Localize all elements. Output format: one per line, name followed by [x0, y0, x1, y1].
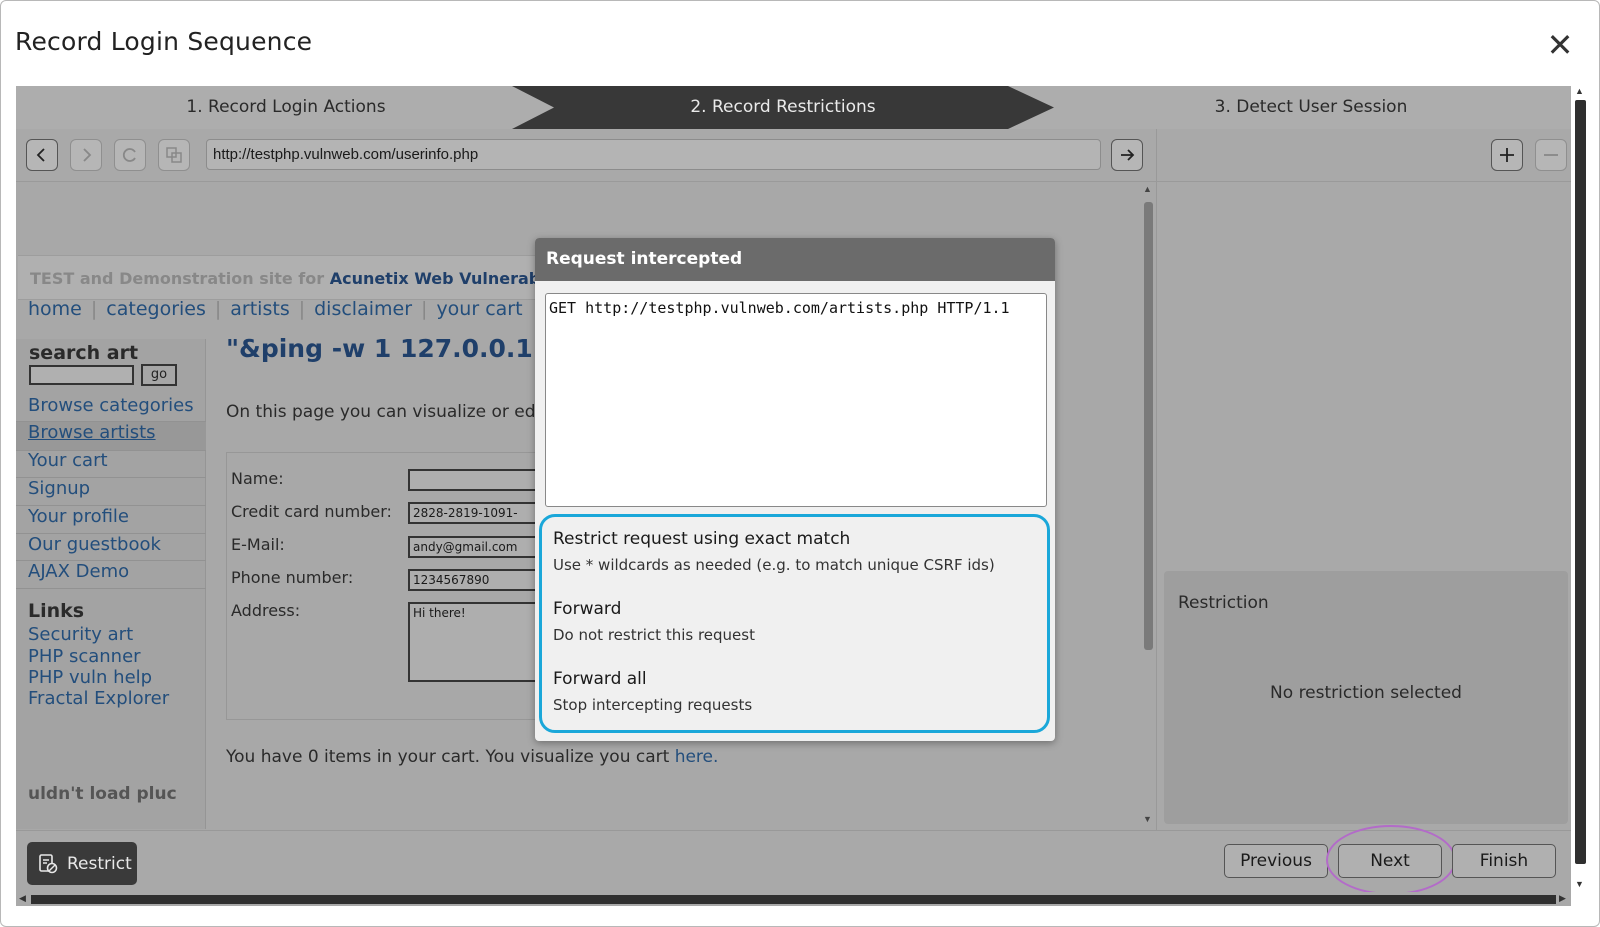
link-php-vuln-help[interactable]: PHP vuln help [28, 667, 152, 688]
option-restrict-exact-match[interactable]: Restrict request using exact match Use *… [553, 529, 995, 574]
side-link-browse-artists[interactable]: Browse artists [16, 422, 206, 450]
reload-icon[interactable] [114, 139, 146, 171]
side-link-our-guestbook[interactable]: Our guestbook [28, 534, 161, 555]
scroll-down-icon[interactable]: ▼ [1143, 814, 1152, 824]
option-subtitle: Do not restrict this request [553, 626, 755, 644]
option-title: Forward [553, 599, 622, 619]
form-label-email: E-Mail: [231, 535, 285, 554]
plugin-notice: uldn't load pluc [28, 784, 177, 804]
previous-button[interactable]: Previous [1224, 844, 1328, 878]
scroll-right-icon[interactable]: ▶ [1559, 893, 1566, 904]
webview-scrollbar[interactable]: ▲ ▼ [1141, 182, 1156, 830]
horizontal-scrollbar[interactable]: ◀ ▶ [16, 892, 1571, 906]
wizard-steps: 1. Record Login Actions 2. Record Restri… [16, 86, 1571, 129]
nav-your-cart[interactable]: your cart [436, 298, 522, 320]
option-forward-all[interactable]: Forward all Stop intercepting requests [553, 669, 752, 714]
option-title: Forward all [553, 669, 647, 689]
search-input[interactable] [29, 365, 134, 385]
request-intercepted-modal: Request intercepted GET http://testphp.v… [535, 238, 1055, 741]
option-forward[interactable]: Forward Do not restrict this request [553, 599, 755, 644]
form-label-credit-card: Credit card number: [231, 502, 392, 521]
step-record-login-actions[interactable]: 1. Record Login Actions [16, 86, 556, 129]
phone-field[interactable]: 1234567890 [408, 569, 538, 591]
search-label: search art [29, 342, 139, 364]
restrict-icon [39, 853, 58, 873]
site-nav: home | categories | artists | disclaimer | your … [28, 298, 523, 320]
side-link-browse-categories[interactable]: Browse categories [28, 395, 194, 416]
step-record-restrictions[interactable]: 2. Record Restrictions [512, 86, 1054, 129]
finish-button[interactable]: Finish [1452, 844, 1556, 878]
restriction-details: Restriction No restriction selected [1164, 571, 1568, 824]
dialog-scrollbar[interactable]: ▲ ▼ [1571, 86, 1588, 892]
no-restriction-text: No restriction selected [1270, 683, 1462, 703]
dialog-scroll-up-icon[interactable]: ▲ [1575, 86, 1584, 96]
scroll-up-icon[interactable]: ▲ [1143, 184, 1152, 194]
email-field[interactable]: andy@gmail.com [408, 536, 538, 558]
links-heading: Links [28, 600, 85, 622]
dialog-scroll-thumb[interactable] [1575, 100, 1586, 864]
form-label-address: Address: [231, 601, 301, 620]
cart-link[interactable]: here. [675, 747, 719, 767]
site-brand[interactable]: Acunetix Web Vulnerabi [330, 269, 546, 288]
intercept-options: Restrict request using exact match Use *… [539, 514, 1050, 733]
close-icon[interactable]: ✕ [1545, 27, 1575, 63]
step-detect-user-session[interactable]: 3. Detect User Session [1051, 86, 1571, 129]
nav-categories[interactable]: categories [106, 298, 206, 320]
browser-toolbar: http://testphp.vulnweb.com/userinfo.php [16, 129, 1156, 182]
divider [16, 588, 206, 589]
restrictions-toolbar [1156, 129, 1571, 182]
site-header: TEST and Demonstration site for Acunetix… [18, 255, 578, 300]
back-icon[interactable] [26, 139, 58, 171]
minus-icon[interactable] [1535, 139, 1567, 171]
dialog-scroll-down-icon[interactable]: ▼ [1575, 879, 1584, 889]
link-php-scanner[interactable]: PHP scanner [28, 646, 141, 667]
cart-status-text: You have 0 items in your cart. You visua… [226, 747, 670, 767]
copy-icon[interactable] [158, 139, 190, 171]
request-textarea[interactable]: GET http://testphp.vulnweb.com/artists.p… [545, 293, 1047, 507]
nav-artists[interactable]: artists [230, 298, 289, 320]
go-icon[interactable] [1111, 139, 1143, 171]
plus-icon[interactable] [1491, 139, 1523, 171]
site-header-text: TEST and Demonstration site for [30, 269, 325, 288]
next-highlight-ring [1326, 825, 1456, 895]
option-title: Restrict request using exact match [553, 529, 851, 549]
option-subtitle: Use * wildcards as needed (e.g. to match… [553, 556, 995, 574]
address-field[interactable]: Hi there! [408, 602, 538, 682]
side-link-your-profile[interactable]: Your profile [28, 506, 129, 527]
record-login-dialog: Record Login Sequence ✕ 1. Record Login … [0, 0, 1600, 927]
url-input[interactable]: http://testphp.vulnweb.com/userinfo.php [206, 139, 1101, 170]
scrollbar-thumb[interactable] [1144, 202, 1153, 650]
hscroll-thumb[interactable] [31, 895, 1556, 904]
restrict-button[interactable]: Restrict [27, 842, 137, 885]
link-fractal-explorer[interactable]: Fractal Explorer [28, 688, 169, 709]
option-subtitle: Stop intercepting requests [553, 696, 753, 714]
side-link-your-cart[interactable]: Your cart [28, 450, 108, 471]
modal-title: Request intercepted [535, 238, 1055, 281]
form-label-phone: Phone number: [231, 568, 354, 587]
name-field[interactable] [408, 469, 538, 491]
scroll-left-icon[interactable]: ◀ [19, 893, 26, 904]
go-button[interactable]: go [141, 364, 177, 386]
restrict-label: Restrict [67, 853, 132, 874]
dialog-title: Record Login Sequence [15, 27, 313, 56]
cart-status: You have 0 items in your cart. You visua… [226, 747, 718, 767]
side-link-signup[interactable]: Signup [28, 478, 90, 499]
page-description: On this page you can visualize or ed [226, 402, 536, 422]
forward-icon[interactable] [70, 139, 102, 171]
side-link-ajax-demo[interactable]: AJAX Demo [28, 561, 129, 582]
form-label-name: Name: [231, 469, 284, 488]
nav-disclaimer[interactable]: disclaimer [314, 298, 412, 320]
restriction-title: Restriction [1178, 593, 1269, 613]
link-security-art[interactable]: Security art [28, 624, 133, 645]
page-title: "&ping -w 1 127.0.0.1 & [226, 334, 564, 363]
nav-home[interactable]: home [28, 298, 82, 320]
credit-card-field[interactable]: 2828-2819-1091- [408, 502, 538, 524]
